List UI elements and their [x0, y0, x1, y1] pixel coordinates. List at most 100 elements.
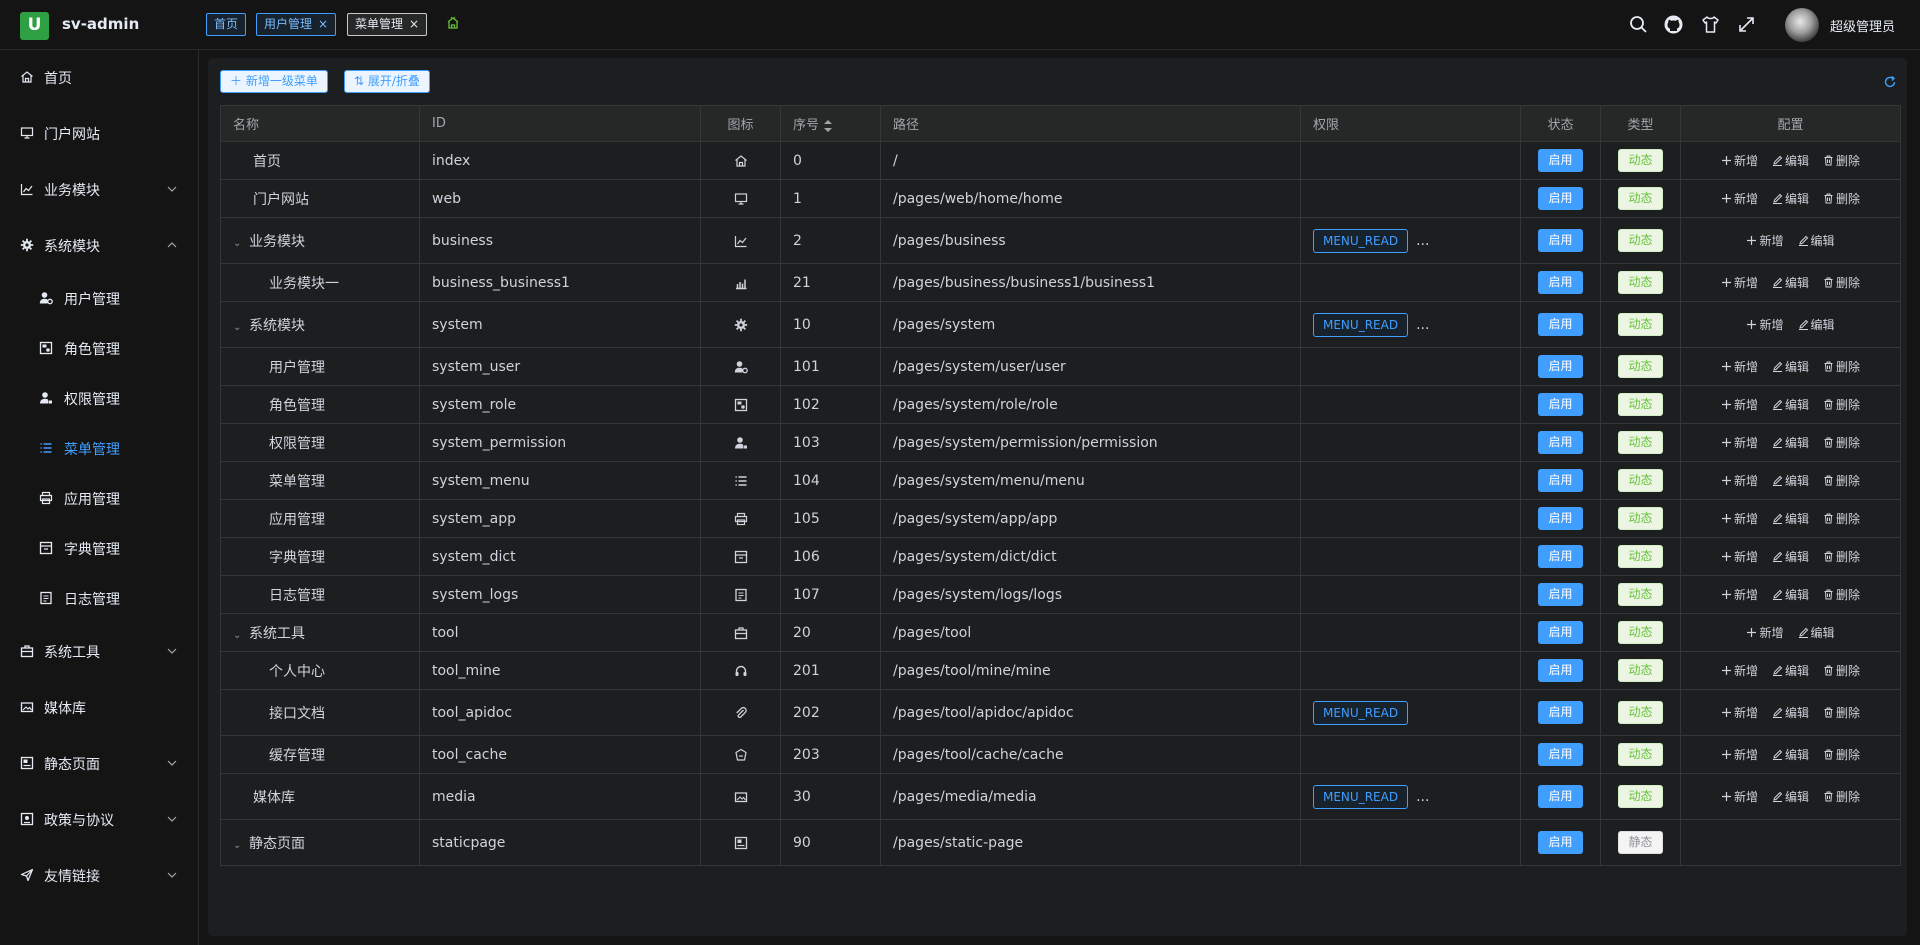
table-row[interactable]: 角色管理 system_role 102/pages/system/role/rol… — [220, 385, 1901, 424]
edit-button[interactable]: 编辑 — [1798, 316, 1835, 333]
sidebar-item-dict-management[interactable]: 字典管理 — [0, 528, 198, 568]
column-header-order[interactable]: 序号 — [780, 105, 881, 142]
delete-button[interactable]: 删除 — [1823, 548, 1860, 565]
sidebar-item-permission-management[interactable]: 权限管理 — [0, 378, 198, 418]
table-row[interactable]: 门户网站 web 1/pages/web/home/home 启用 动态 新增 编辑 删除 — [220, 179, 1901, 218]
table-row[interactable]: ⌄ 系统工具 tool 20/pages/tool 启用 动态 新增 编辑 — [220, 613, 1901, 652]
expand-collapse-button[interactable]: ⇅ 展开/折叠 — [344, 70, 430, 93]
edit-button[interactable]: 编辑 — [1798, 624, 1835, 641]
github-icon[interactable] — [1663, 14, 1684, 35]
table-row[interactable]: 缓存管理 tool_cache 203/pages/tool/cache/cache… — [220, 735, 1901, 774]
delete-button[interactable]: 删除 — [1823, 746, 1860, 763]
sidebar-item-static-page[interactable]: 静态页面 — [0, 743, 198, 783]
add-child-button[interactable]: 新增 — [1721, 510, 1758, 527]
edit-button[interactable]: 编辑 — [1772, 396, 1809, 413]
edit-button[interactable]: 编辑 — [1772, 548, 1809, 565]
tab-close-icon[interactable]: × — [409, 17, 419, 31]
add-child-button[interactable]: 新增 — [1721, 396, 1758, 413]
delete-button[interactable]: 删除 — [1823, 152, 1860, 169]
edit-button[interactable]: 编辑 — [1772, 152, 1809, 169]
add-child-button[interactable]: 新增 — [1721, 662, 1758, 679]
delete-button[interactable]: 删除 — [1823, 358, 1860, 375]
expand-caret-icon[interactable]: ⌄ — [233, 238, 245, 249]
edit-button[interactable]: 编辑 — [1772, 510, 1809, 527]
edit-button[interactable]: 编辑 — [1798, 232, 1835, 249]
sidebar-item-business[interactable]: 业务模块 — [0, 169, 198, 209]
table-row[interactable]: 业务模块一 business_business1 21/pages/business… — [220, 263, 1901, 302]
table-row[interactable]: 字典管理 system_dict 106/pages/system/dict/dic… — [220, 537, 1901, 576]
more-permissions[interactable]: ... — [1416, 789, 1429, 805]
edit-button[interactable]: 编辑 — [1772, 358, 1809, 375]
delete-button[interactable]: 删除 — [1823, 274, 1860, 291]
table-row[interactable]: 个人中心 tool_mine 201/pages/tool/mine/mine 启用 动… — [220, 651, 1901, 690]
add-child-button[interactable]: 新增 — [1721, 472, 1758, 489]
table-row[interactable]: 媒体库 media 30/pages/media/media MENU_READ...… — [220, 773, 1901, 820]
add-child-button[interactable]: 新增 — [1721, 586, 1758, 603]
sidebar-item-user-management[interactable]: 用户管理 — [0, 278, 198, 318]
edit-button[interactable]: 编辑 — [1772, 586, 1809, 603]
table-row[interactable]: 菜单管理 system_menu 104/pages/system/menu/men… — [220, 461, 1901, 500]
delete-button[interactable]: 删除 — [1823, 396, 1860, 413]
sidebar-item-role-management[interactable]: 角色管理 — [0, 328, 198, 368]
edit-button[interactable]: 编辑 — [1772, 472, 1809, 489]
delete-button[interactable]: 删除 — [1823, 434, 1860, 451]
table-row[interactable]: 日志管理 system_logs 107/pages/system/logs/log… — [220, 575, 1901, 614]
edit-button[interactable]: 编辑 — [1772, 746, 1809, 763]
add-child-button[interactable]: 新增 — [1721, 190, 1758, 207]
table-row[interactable]: 应用管理 system_app 105/pages/system/app/app 启用… — [220, 499, 1901, 538]
expand-caret-icon[interactable]: ⌄ — [233, 322, 245, 333]
delete-button[interactable]: 删除 — [1823, 586, 1860, 603]
add-child-button[interactable]: 新增 — [1721, 152, 1758, 169]
add-child-button[interactable]: 新增 — [1746, 232, 1784, 249]
sort-icon[interactable] — [824, 119, 833, 132]
sidebar-item-log-management[interactable]: 日志管理 — [0, 578, 198, 618]
add-child-button[interactable]: 新增 — [1721, 704, 1758, 721]
table-row[interactable]: ⌄ 静态页面 staticpage 90/pages/static-page 启用 静态 — [220, 819, 1901, 866]
delete-button[interactable]: 删除 — [1823, 510, 1860, 527]
table-row[interactable]: ⌄ 业务模块 business 2/pages/business MENU_READ..… — [220, 217, 1901, 264]
add-top-menu-button[interactable]: ＋ 新增一级菜单 — [220, 70, 328, 93]
edit-button[interactable]: 编辑 — [1772, 274, 1809, 291]
tab-close-icon[interactable]: × — [318, 17, 328, 31]
sidebar-item-menu-management[interactable]: 菜单管理 — [0, 428, 198, 468]
add-child-button[interactable]: 新增 — [1721, 746, 1758, 763]
add-child-button[interactable]: 新增 — [1721, 548, 1758, 565]
edit-button[interactable]: 编辑 — [1772, 662, 1809, 679]
table-row[interactable]: 首页 index 0/ 启用 动态 新增 编辑 删除 — [220, 141, 1901, 180]
tab-menu-management[interactable]: 菜单管理 × — [347, 13, 428, 36]
refresh-icon[interactable] — [1883, 75, 1897, 89]
add-child-button[interactable]: 新增 — [1746, 316, 1784, 333]
search-icon[interactable] — [1628, 14, 1649, 35]
delete-button[interactable]: 删除 — [1823, 190, 1860, 207]
sidebar-item-policy[interactable]: 政策与协议 — [0, 799, 198, 839]
app-logo[interactable]: U — [20, 12, 49, 40]
table-row[interactable]: 接口文档 tool_apidoc 202/pages/tool/apidoc/api… — [220, 689, 1901, 736]
expand-caret-icon[interactable]: ⌄ — [233, 840, 245, 851]
table-row[interactable]: 权限管理 system_permission 103/pages/system/pe… — [220, 423, 1901, 462]
sidebar-item-home[interactable]: 首页 — [0, 57, 198, 97]
add-child-button[interactable]: 新增 — [1721, 788, 1758, 805]
expand-caret-icon[interactable]: ⌄ — [233, 630, 245, 641]
tabs-home-icon[interactable] — [445, 15, 461, 31]
tab-user-management[interactable]: 用户管理 × — [256, 13, 337, 36]
table-row[interactable]: 用户管理 system_user 101/pages/system/user/use… — [220, 347, 1901, 386]
delete-button[interactable]: 删除 — [1823, 662, 1860, 679]
delete-button[interactable]: 删除 — [1823, 704, 1860, 721]
add-child-button[interactable]: 新增 — [1721, 274, 1758, 291]
sidebar-item-links[interactable]: 友情链接 — [0, 855, 198, 895]
more-permissions[interactable]: ... — [1416, 233, 1429, 249]
sidebar-item-system-tools[interactable]: 系统工具 — [0, 631, 198, 671]
sidebar-item-media[interactable]: 媒体库 — [0, 687, 198, 727]
edit-button[interactable]: 编辑 — [1772, 788, 1809, 805]
sidebar-item-web[interactable]: 门户网站 — [0, 113, 198, 153]
edit-button[interactable]: 编辑 — [1772, 434, 1809, 451]
more-permissions[interactable]: ... — [1416, 317, 1429, 333]
edit-button[interactable]: 编辑 — [1772, 704, 1809, 721]
add-child-button[interactable]: 新增 — [1721, 434, 1758, 451]
user-avatar[interactable] — [1785, 8, 1819, 42]
user-name[interactable]: 超级管理员 — [1830, 16, 1895, 35]
table-row[interactable]: ⌄ 系统模块 system 10/pages/system MENU_READ... 启用… — [220, 301, 1901, 348]
fullscreen-icon[interactable] — [1736, 14, 1757, 35]
add-child-button[interactable]: 新增 — [1746, 624, 1784, 641]
delete-button[interactable]: 删除 — [1823, 788, 1860, 805]
